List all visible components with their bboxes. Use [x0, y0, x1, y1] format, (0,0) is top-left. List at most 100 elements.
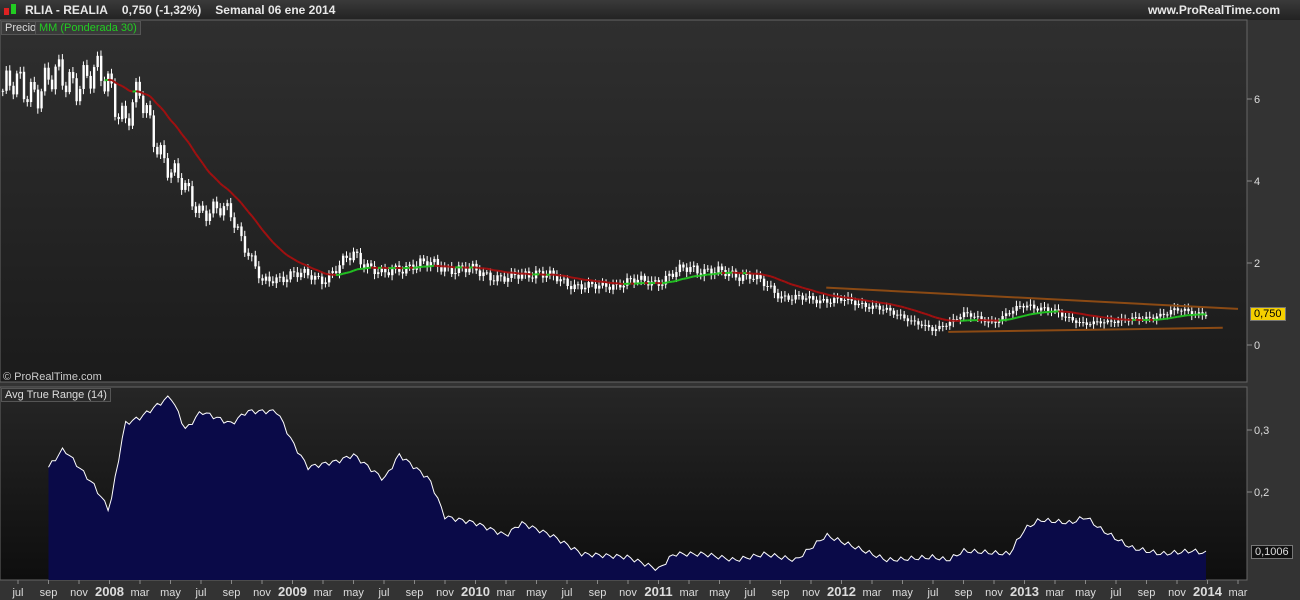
ma-segment	[356, 267, 361, 271]
candle-body	[12, 85, 15, 95]
x-tick-label: sep	[1138, 587, 1156, 599]
candle-body	[1046, 307, 1050, 311]
ma-segment	[500, 270, 505, 273]
candle-body	[976, 316, 980, 318]
candle-body	[26, 99, 29, 103]
ma-segment	[363, 267, 368, 270]
candle-body	[50, 79, 54, 90]
candle-body	[833, 298, 836, 303]
x-tick-label: jul	[560, 587, 572, 599]
x-tick-label: mar	[863, 587, 882, 599]
candle-body	[1011, 310, 1015, 314]
candle-body	[910, 320, 913, 322]
candle-body	[306, 269, 310, 276]
candle-body	[110, 73, 113, 84]
candle-body	[885, 307, 889, 310]
ma-segment	[812, 289, 817, 293]
candle-body	[959, 317, 962, 320]
candle-body	[1085, 322, 1088, 325]
ma-segment	[1079, 312, 1084, 316]
candle-body	[899, 314, 903, 316]
candle-body	[408, 264, 412, 266]
ma-segment	[605, 281, 610, 284]
candle-body	[317, 275, 320, 277]
ma-segment	[865, 299, 870, 303]
atr-label[interactable]: Avg True Range (14)	[1, 388, 111, 402]
candle-body	[117, 116, 120, 120]
ma-segment	[104, 78, 109, 82]
candle-body	[576, 284, 580, 286]
candle-body	[1110, 320, 1113, 322]
candle-body	[801, 295, 804, 300]
candle-body	[573, 284, 576, 290]
x-tick-label: may	[892, 587, 913, 599]
ma-segment	[851, 297, 856, 300]
candle-body	[868, 307, 871, 309]
candle-body	[941, 325, 945, 327]
ma-segment	[781, 279, 786, 283]
atr-y-tick-label: 0,3	[1254, 425, 1269, 437]
candle-body	[313, 275, 317, 280]
candle-body	[580, 284, 583, 290]
candle-body	[1061, 312, 1064, 317]
candle-body	[377, 272, 380, 275]
ma-segment	[896, 304, 901, 308]
candle-body	[671, 273, 675, 277]
x-tick-label: may	[343, 587, 364, 599]
candle-body	[356, 251, 359, 253]
candle-body	[22, 71, 26, 100]
candle-body	[440, 266, 443, 272]
candle-body	[387, 272, 390, 276]
candle-body	[612, 284, 615, 290]
candle-body	[121, 105, 124, 120]
candle-body	[654, 280, 657, 282]
x-tick-label: 2011	[644, 584, 672, 599]
y-tick-label: 6	[1254, 94, 1260, 106]
candle-body	[43, 67, 47, 92]
x-tick-label: may	[526, 587, 547, 599]
ma-segment	[574, 276, 579, 280]
ma-segment	[795, 284, 800, 288]
candle-body	[47, 67, 50, 80]
chart-canvas[interactable]: 02460,20,3jul sep nov 2008 mar may jul sep nov 20…	[0, 0, 1300, 600]
ma-label[interactable]: MM (Ponderada 30)	[35, 21, 141, 35]
candle-body	[75, 78, 78, 102]
candle-body	[794, 294, 797, 300]
candle-body	[1176, 308, 1180, 311]
ma-segment	[1100, 315, 1105, 319]
x-tick-label: jul	[1109, 587, 1121, 599]
candle-body	[1078, 322, 1081, 324]
candle-body	[482, 272, 485, 277]
candle-body	[320, 276, 324, 285]
ma-segment	[311, 267, 316, 271]
candle-body	[254, 255, 257, 267]
candle-body	[1068, 316, 1071, 318]
candle-body	[1134, 317, 1138, 319]
ma-segment	[854, 297, 859, 301]
candle-body	[142, 95, 145, 114]
candle-body	[861, 302, 864, 304]
ma-segment	[349, 269, 354, 273]
candle-body	[324, 282, 327, 285]
candle-body	[920, 324, 924, 326]
x-tick-label: sep	[223, 587, 241, 599]
candle-body	[468, 268, 471, 273]
x-tick-label: nov	[1168, 587, 1186, 599]
candle-body	[1, 90, 5, 92]
candle-body	[226, 203, 229, 207]
candle-body	[931, 327, 934, 331]
candle-body	[762, 278, 766, 287]
ma-segment	[777, 278, 782, 282]
ma-segment	[774, 276, 779, 281]
candle-body	[1015, 305, 1018, 311]
ma-segment	[321, 271, 326, 275]
candle-body	[240, 226, 243, 237]
ma-segment	[339, 272, 344, 276]
candle-body	[1145, 316, 1148, 319]
price-panel[interactable]	[0, 19, 1248, 383]
x-tick-label: jul	[377, 587, 389, 599]
ma-segment	[704, 273, 708, 277]
candle-body	[661, 284, 664, 286]
candle-body	[804, 298, 808, 300]
candle-body	[99, 55, 103, 81]
